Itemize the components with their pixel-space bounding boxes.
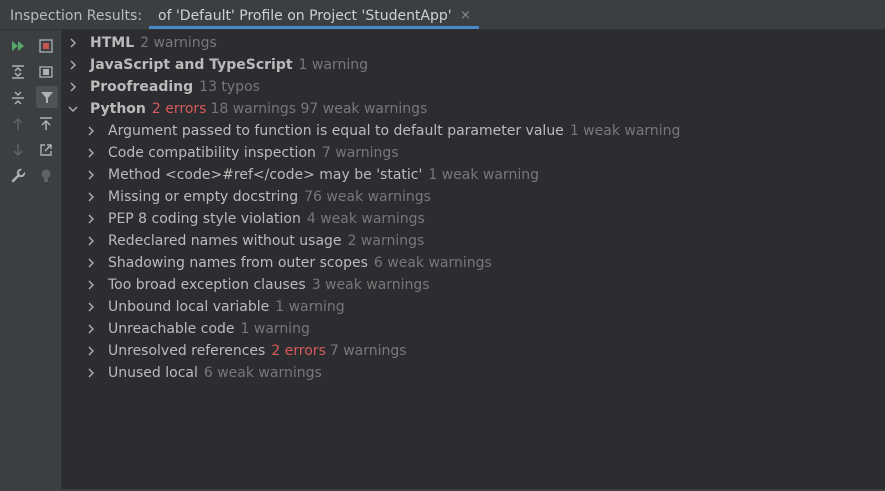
item-count: 1 weak warning [569, 123, 681, 139]
lightbulb-icon[interactable] [36, 166, 56, 186]
chevron-down-icon[interactable] [67, 103, 79, 115]
stop-icon[interactable] [36, 36, 56, 56]
down-arrow-icon[interactable] [8, 140, 28, 160]
group-label: Python [90, 101, 146, 117]
item-count: 2 warnings [347, 233, 425, 249]
inspection-tree: HTML 2 warnings JavaScript and TypeScrip… [62, 30, 885, 491]
item-count: 1 weak warning [428, 167, 539, 183]
open-external-icon[interactable] [36, 140, 56, 160]
item-label: PEP 8 coding style violation [108, 211, 301, 227]
item-label: Too broad exception clauses [108, 277, 306, 293]
tab-label: of 'Default' Profile on Project 'Student… [158, 8, 452, 24]
collapse-all-icon[interactable] [8, 88, 28, 108]
chevron-right-icon[interactable] [85, 367, 97, 379]
tree-item[interactable]: Code compatibility inspection 7 warnings [85, 142, 399, 164]
chevron-right-icon[interactable] [85, 235, 97, 247]
error-count: 2 errors [151, 101, 207, 117]
item-count: 1 warning [275, 299, 345, 315]
item-label: Unbound local variable [108, 299, 270, 315]
item-label: Unresolved references [108, 343, 266, 359]
item-label: Code compatibility inspection [108, 145, 316, 161]
tree-item[interactable]: Too broad exception clauses 3 weak warni… [85, 274, 430, 296]
error-count: 2 errors [271, 343, 326, 359]
tab-inspection-results[interactable]: of 'Default' Profile on Project 'Student… [149, 3, 479, 29]
item-label: Method <code>#ref</code> may be 'static' [108, 167, 423, 183]
left-toolbar [0, 30, 62, 491]
tree-item[interactable]: Missing or empty docstring 76 weak warni… [85, 186, 431, 208]
chevron-right-icon[interactable] [67, 81, 79, 93]
item-count: 7 warnings [329, 343, 407, 359]
chevron-right-icon[interactable] [85, 323, 97, 335]
chevron-right-icon[interactable] [85, 213, 97, 225]
chevron-right-icon[interactable] [85, 147, 97, 159]
tree-item[interactable]: Argument passed to function is equal to … [85, 120, 680, 142]
item-count: 4 weak warnings [306, 211, 425, 227]
item-label: Unused local [108, 365, 198, 381]
rerun-icon[interactable] [8, 36, 28, 56]
tree-group-html[interactable]: HTML 2 warnings [67, 32, 217, 54]
chevron-right-icon[interactable] [85, 279, 97, 291]
item-label: Argument passed to function is equal to … [108, 123, 564, 139]
chevron-right-icon[interactable] [85, 301, 97, 313]
chevron-right-icon[interactable] [85, 345, 97, 357]
item-count: 6 weak warnings [203, 365, 322, 381]
export-icon[interactable] [36, 114, 56, 134]
tree-item[interactable]: Shadowing names from outer scopes 6 weak… [85, 252, 492, 274]
group-icon[interactable] [36, 62, 56, 82]
header-title: Inspection Results: [10, 8, 143, 24]
tree-item[interactable]: Unbound local variable 1 warning [85, 296, 345, 318]
group-count: 2 warnings [140, 35, 217, 51]
expand-all-icon[interactable] [8, 62, 28, 82]
wrench-icon[interactable] [8, 166, 28, 186]
filter-icon[interactable] [36, 86, 58, 108]
item-count: 1 warning [240, 321, 310, 337]
tree-item[interactable]: Unused local 6 weak warnings [85, 362, 322, 384]
group-count: 1 warning [298, 57, 368, 73]
item-label: Missing or empty docstring [108, 189, 299, 205]
item-label: Redeclared names without usage [108, 233, 342, 249]
chevron-right-icon[interactable] [85, 169, 97, 181]
group-count: 13 typos [199, 79, 260, 95]
tree-item[interactable]: PEP 8 coding style violation 4 weak warn… [85, 208, 425, 230]
tree-group-javascript[interactable]: JavaScript and TypeScript 1 warning [67, 54, 368, 76]
group-label: HTML [90, 35, 135, 51]
up-arrow-icon[interactable] [8, 114, 28, 134]
item-label: Shadowing names from outer scopes [108, 255, 368, 271]
tree-item[interactable]: Unresolved references 2 errors 7 warning… [85, 340, 407, 362]
tool-window-header: Inspection Results: of 'Default' Profile… [0, 3, 885, 30]
tree-item[interactable]: Unreachable code 1 warning [85, 318, 310, 340]
item-count: 3 weak warnings [311, 277, 430, 293]
chevron-right-icon[interactable] [85, 125, 97, 137]
tree-item[interactable]: Method <code>#ref</code> may be 'static'… [85, 164, 539, 186]
item-count: 76 weak warnings [304, 189, 431, 205]
item-count: 6 weak warnings [373, 255, 492, 271]
item-label: Unreachable code [108, 321, 235, 337]
group-label: Proofreading [90, 79, 194, 95]
tree-group-python[interactable]: Python 2 errors 18 warnings 97 weak warn… [67, 98, 427, 120]
item-count: 7 warnings [321, 145, 399, 161]
close-icon[interactable]: × [460, 8, 471, 23]
chevron-right-icon[interactable] [85, 257, 97, 269]
chevron-right-icon[interactable] [67, 37, 79, 49]
group-label: JavaScript and TypeScript [90, 57, 293, 73]
tree-item[interactable]: Redeclared names without usage 2 warning… [85, 230, 424, 252]
chevron-right-icon[interactable] [85, 191, 97, 203]
tree-group-proofreading[interactable]: Proofreading 13 typos [67, 76, 260, 98]
group-count: 18 warnings 97 weak warnings [210, 101, 428, 117]
chevron-right-icon[interactable] [67, 59, 79, 71]
